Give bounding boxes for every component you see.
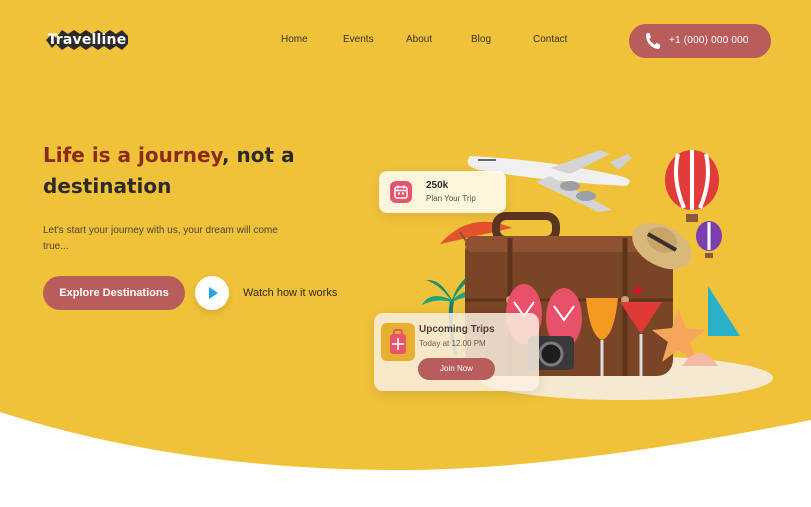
nav-about[interactable]: About xyxy=(406,34,432,45)
calendar-icon xyxy=(390,181,412,203)
nav-events[interactable]: Events xyxy=(343,34,374,45)
explore-destinations-button[interactable]: Explore Destinations xyxy=(43,276,185,310)
trip-card-time: Today at 12.00 PM xyxy=(419,339,486,348)
play-button[interactable] xyxy=(195,276,229,310)
plan-trip-card: 250k Plan Your Trip xyxy=(379,171,506,213)
sailboat-image xyxy=(696,286,750,352)
phone-number: +1 (000) 000 000 xyxy=(669,35,749,46)
logo-text: Travelline xyxy=(47,32,127,48)
hero-section: Travelline Home Events About Blog Contac… xyxy=(0,0,811,507)
nav-blog[interactable]: Blog xyxy=(471,34,491,45)
hot-air-balloon-small-image xyxy=(696,221,722,258)
nav-contact[interactable]: Contact xyxy=(533,34,567,45)
phone-icon xyxy=(646,33,660,49)
nav-home[interactable]: Home xyxy=(281,34,308,45)
hero-headline: Life is a journey, not a destination xyxy=(43,140,343,202)
play-icon xyxy=(209,287,218,299)
stat-value: 250k xyxy=(426,180,449,191)
join-now-button[interactable]: Join Now xyxy=(418,358,495,380)
hero-subtext: Let's start your journey with us, your d… xyxy=(43,225,278,252)
stat-label: Plan Your Trip xyxy=(426,194,476,203)
headline-accent: Life is a journey xyxy=(43,143,222,167)
phone-button[interactable]: +1 (000) 000 000 xyxy=(629,24,771,58)
hot-air-balloon-large-image xyxy=(665,150,719,222)
suitcase-icon xyxy=(381,323,415,361)
upcoming-trips-card: Upcoming Trips Today at 12.00 PM Join No… xyxy=(374,313,539,391)
logo[interactable]: Travelline xyxy=(42,22,132,58)
trip-card-title: Upcoming Trips xyxy=(419,324,495,335)
watch-how-it-works-link[interactable]: Watch how it works xyxy=(243,287,337,299)
